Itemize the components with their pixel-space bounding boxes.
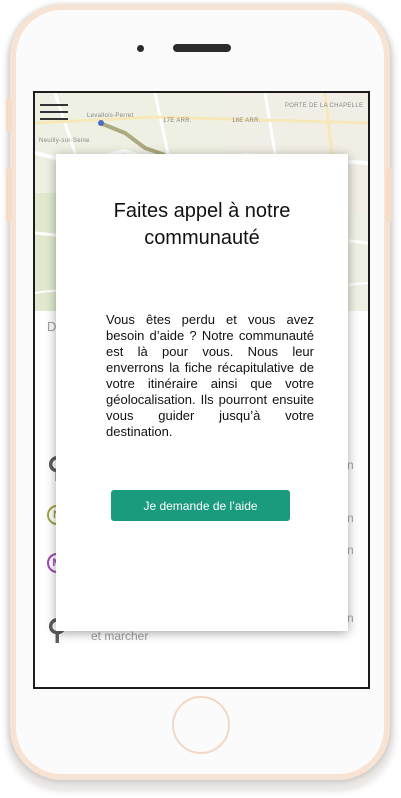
front-camera — [137, 45, 144, 52]
volume-down-button — [6, 168, 12, 222]
power-button — [386, 168, 392, 222]
request-help-button[interactable]: Je demande de l’aide — [111, 490, 290, 521]
home-button[interactable] — [172, 696, 230, 754]
volume-up-button — [6, 98, 12, 132]
speaker-grille — [173, 44, 231, 52]
modal-description: Vous êtes perdu et vous avez besoin d’ai… — [106, 312, 314, 439]
community-help-modal: Faites appel à notre communauté Vous ête… — [56, 154, 348, 631]
modal-title: Faites appel à notre communauté — [113, 200, 291, 249]
